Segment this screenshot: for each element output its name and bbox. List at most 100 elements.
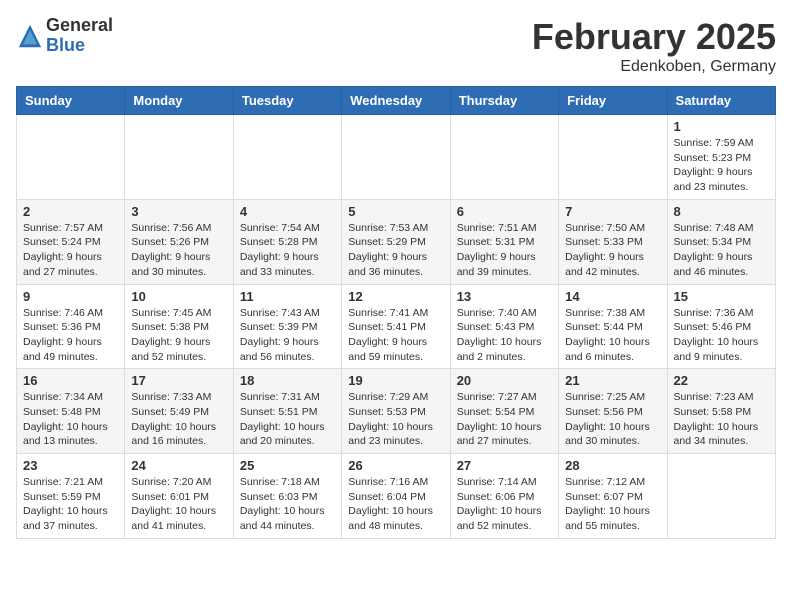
day-info: Sunrise: 7:51 AM Sunset: 5:31 PM Dayligh…	[457, 221, 552, 280]
logo: General Blue	[16, 16, 113, 56]
day-number: 9	[23, 289, 118, 304]
calendar-cell: 14 Sunrise: 7:38 AM Sunset: 5:44 PM Dayli…	[559, 284, 667, 369]
calendar-cell: 27 Sunrise: 7:14 AM Sunset: 6:06 PM Dayli…	[450, 454, 558, 539]
day-number: 7	[565, 204, 660, 219]
day-info: Sunrise: 7:50 AM Sunset: 5:33 PM Dayligh…	[565, 221, 660, 280]
calendar-cell: 7 Sunrise: 7:50 AM Sunset: 5:33 PM Daylig…	[559, 199, 667, 284]
day-number: 3	[131, 204, 226, 219]
calendar-cell	[342, 115, 450, 200]
day-number: 1	[674, 119, 769, 134]
calendar-cell: 18Sunrise: 7:31 AM Sunset: 5:51 PM Dayli…	[233, 369, 341, 454]
day-info: Sunrise: 7:18 AM Sunset: 6:03 PM Dayligh…	[240, 475, 335, 534]
day-info: Sunrise: 7:36 AM Sunset: 5:46 PM Dayligh…	[674, 306, 769, 365]
calendar-cell: 8 Sunrise: 7:48 AM Sunset: 5:34 PM Daylig…	[667, 199, 775, 284]
calendar-cell: 3Sunrise: 7:56 AM Sunset: 5:26 PM Daylig…	[125, 199, 233, 284]
day-number: 4	[240, 204, 335, 219]
day-info: Sunrise: 7:59 AM Sunset: 5:23 PM Dayligh…	[674, 136, 769, 195]
weekday-header: Monday	[125, 87, 233, 115]
day-number: 28	[565, 458, 660, 473]
day-number: 8	[674, 204, 769, 219]
logo-blue-text: Blue	[46, 36, 113, 56]
title-section: February 2025 Edenkoben, Germany	[532, 16, 776, 76]
calendar-cell	[125, 115, 233, 200]
day-number: 12	[348, 289, 443, 304]
calendar-cell: 21 Sunrise: 7:25 AM Sunset: 5:56 PM Dayli…	[559, 369, 667, 454]
day-info: Sunrise: 7:12 AM Sunset: 6:07 PM Dayligh…	[565, 475, 660, 534]
calendar-cell: 12Sunrise: 7:41 AM Sunset: 5:41 PM Dayli…	[342, 284, 450, 369]
day-info: Sunrise: 7:40 AM Sunset: 5:43 PM Dayligh…	[457, 306, 552, 365]
day-number: 26	[348, 458, 443, 473]
calendar-cell	[233, 115, 341, 200]
day-number: 14	[565, 289, 660, 304]
calendar-header-row: SundayMondayTuesdayWednesdayThursdayFrid…	[17, 87, 776, 115]
weekday-header: Saturday	[667, 87, 775, 115]
day-number: 2	[23, 204, 118, 219]
day-number: 5	[348, 204, 443, 219]
day-info: Sunrise: 7:54 AM Sunset: 5:28 PM Dayligh…	[240, 221, 335, 280]
day-info: Sunrise: 7:20 AM Sunset: 6:01 PM Dayligh…	[131, 475, 226, 534]
day-info: Sunrise: 7:21 AM Sunset: 5:59 PM Dayligh…	[23, 475, 118, 534]
day-number: 15	[674, 289, 769, 304]
calendar-week-row: 9Sunrise: 7:46 AM Sunset: 5:36 PM Daylig…	[17, 284, 776, 369]
day-info: Sunrise: 7:14 AM Sunset: 6:06 PM Dayligh…	[457, 475, 552, 534]
calendar-cell: 17Sunrise: 7:33 AM Sunset: 5:49 PM Dayli…	[125, 369, 233, 454]
calendar-cell: 16 Sunrise: 7:34 AM Sunset: 5:48 PM Dayli…	[17, 369, 125, 454]
day-info: Sunrise: 7:43 AM Sunset: 5:39 PM Dayligh…	[240, 306, 335, 365]
day-number: 13	[457, 289, 552, 304]
day-number: 11	[240, 289, 335, 304]
calendar-table: SundayMondayTuesdayWednesdayThursdayFrid…	[16, 86, 776, 539]
calendar-cell: 25 Sunrise: 7:18 AM Sunset: 6:03 PM Dayli…	[233, 454, 341, 539]
calendar-week-row: 16 Sunrise: 7:34 AM Sunset: 5:48 PM Dayli…	[17, 369, 776, 454]
logo-general-text: General	[46, 16, 113, 36]
calendar-cell: 6Sunrise: 7:51 AM Sunset: 5:31 PM Daylig…	[450, 199, 558, 284]
calendar-cell: 1 Sunrise: 7:59 AM Sunset: 5:23 PM Daylig…	[667, 115, 775, 200]
day-number: 27	[457, 458, 552, 473]
day-info: Sunrise: 7:57 AM Sunset: 5:24 PM Dayligh…	[23, 221, 118, 280]
weekday-header: Friday	[559, 87, 667, 115]
calendar-cell: 13 Sunrise: 7:40 AM Sunset: 5:43 PM Dayli…	[450, 284, 558, 369]
day-number: 19	[348, 373, 443, 388]
calendar-cell: 5 Sunrise: 7:53 AM Sunset: 5:29 PM Daylig…	[342, 199, 450, 284]
day-info: Sunrise: 7:25 AM Sunset: 5:56 PM Dayligh…	[565, 390, 660, 449]
calendar-cell	[450, 115, 558, 200]
calendar-cell: 23 Sunrise: 7:21 AM Sunset: 5:59 PM Dayli…	[17, 454, 125, 539]
day-number: 24	[131, 458, 226, 473]
day-number: 22	[674, 373, 769, 388]
weekday-header: Sunday	[17, 87, 125, 115]
location: Edenkoben, Germany	[532, 58, 776, 76]
calendar-cell: 22 Sunrise: 7:23 AM Sunset: 5:58 PM Dayli…	[667, 369, 775, 454]
calendar-week-row: 1 Sunrise: 7:59 AM Sunset: 5:23 PM Daylig…	[17, 115, 776, 200]
weekday-header: Wednesday	[342, 87, 450, 115]
calendar-cell	[667, 454, 775, 539]
day-info: Sunrise: 7:53 AM Sunset: 5:29 PM Dayligh…	[348, 221, 443, 280]
day-info: Sunrise: 7:33 AM Sunset: 5:49 PM Dayligh…	[131, 390, 226, 449]
day-info: Sunrise: 7:48 AM Sunset: 5:34 PM Dayligh…	[674, 221, 769, 280]
day-number: 20	[457, 373, 552, 388]
calendar-week-row: 23 Sunrise: 7:21 AM Sunset: 5:59 PM Dayli…	[17, 454, 776, 539]
calendar-cell: 26Sunrise: 7:16 AM Sunset: 6:04 PM Dayli…	[342, 454, 450, 539]
calendar-cell: 19 Sunrise: 7:29 AM Sunset: 5:53 PM Dayli…	[342, 369, 450, 454]
calendar-cell: 4 Sunrise: 7:54 AM Sunset: 5:28 PM Daylig…	[233, 199, 341, 284]
day-number: 23	[23, 458, 118, 473]
weekday-header: Tuesday	[233, 87, 341, 115]
calendar-cell: 11 Sunrise: 7:43 AM Sunset: 5:39 PM Dayli…	[233, 284, 341, 369]
calendar-cell: 24 Sunrise: 7:20 AM Sunset: 6:01 PM Dayli…	[125, 454, 233, 539]
calendar-cell	[559, 115, 667, 200]
calendar-cell: 2 Sunrise: 7:57 AM Sunset: 5:24 PM Daylig…	[17, 199, 125, 284]
day-info: Sunrise: 7:34 AM Sunset: 5:48 PM Dayligh…	[23, 390, 118, 449]
day-info: Sunrise: 7:38 AM Sunset: 5:44 PM Dayligh…	[565, 306, 660, 365]
day-number: 16	[23, 373, 118, 388]
month-title: February 2025	[532, 16, 776, 58]
calendar-cell: 28 Sunrise: 7:12 AM Sunset: 6:07 PM Dayli…	[559, 454, 667, 539]
day-number: 25	[240, 458, 335, 473]
calendar-cell	[17, 115, 125, 200]
day-info: Sunrise: 7:45 AM Sunset: 5:38 PM Dayligh…	[131, 306, 226, 365]
day-info: Sunrise: 7:27 AM Sunset: 5:54 PM Dayligh…	[457, 390, 552, 449]
day-info: Sunrise: 7:31 AM Sunset: 5:51 PM Dayligh…	[240, 390, 335, 449]
weekday-header: Thursday	[450, 87, 558, 115]
day-info: Sunrise: 7:29 AM Sunset: 5:53 PM Dayligh…	[348, 390, 443, 449]
day-number: 21	[565, 373, 660, 388]
calendar-cell: 20 Sunrise: 7:27 AM Sunset: 5:54 PM Dayli…	[450, 369, 558, 454]
day-info: Sunrise: 7:23 AM Sunset: 5:58 PM Dayligh…	[674, 390, 769, 449]
calendar-cell: 9Sunrise: 7:46 AM Sunset: 5:36 PM Daylig…	[17, 284, 125, 369]
